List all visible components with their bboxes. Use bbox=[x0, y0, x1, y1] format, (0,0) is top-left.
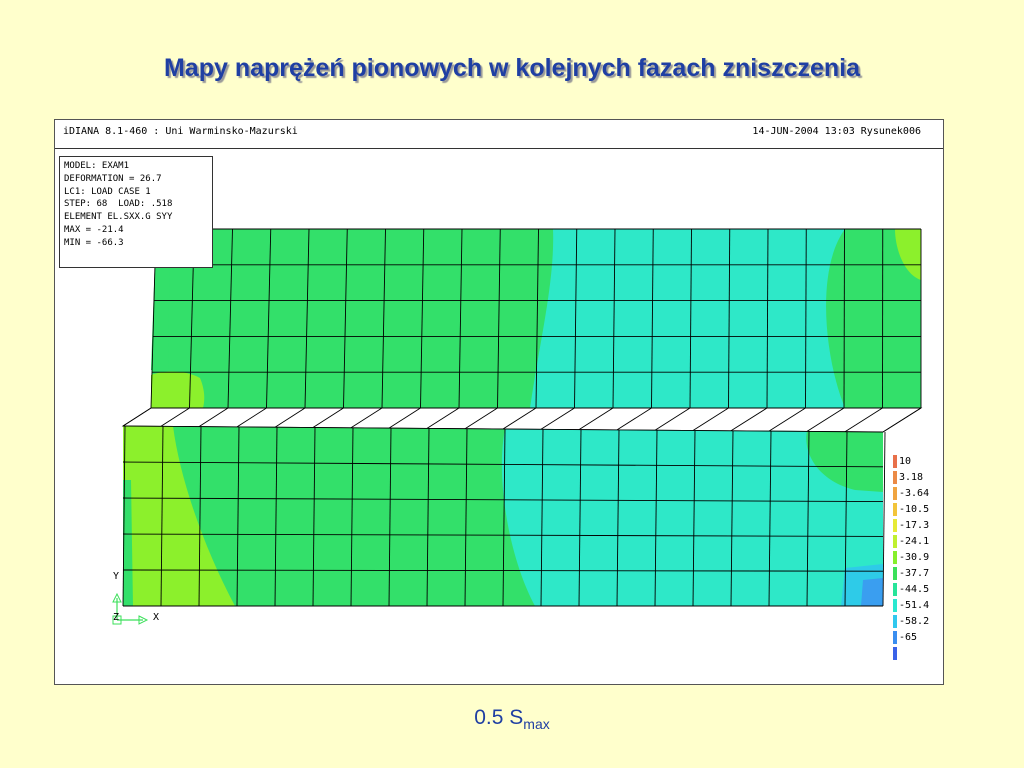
slide-title: Mapy naprężeń pionowych w kolejnych faza… bbox=[163, 54, 860, 82]
info-line: LC1: LOAD CASE 1 bbox=[64, 186, 151, 197]
legend-label: -37.7 bbox=[899, 568, 930, 579]
info-line: STEP: 68 LOAD: .518 bbox=[64, 199, 173, 210]
legend-swatch bbox=[893, 455, 897, 468]
info-line: MIN = -66.3 bbox=[64, 237, 124, 248]
caption-subscript: max bbox=[523, 716, 550, 733]
legend-label: -24.1 bbox=[899, 536, 930, 547]
legend-label: -51.4 bbox=[899, 600, 930, 611]
legend-swatch bbox=[893, 631, 897, 644]
legend-swatch bbox=[893, 487, 897, 500]
legend-label: 10 bbox=[899, 456, 912, 467]
legend-swatch bbox=[893, 471, 897, 484]
axis-x-label: X bbox=[153, 612, 160, 623]
legend-swatch bbox=[893, 551, 897, 564]
legend-swatch bbox=[893, 535, 897, 548]
axis-z-label: Z bbox=[113, 612, 120, 623]
mesh-line bbox=[843, 228, 845, 409]
legend-swatch bbox=[893, 583, 897, 596]
legend-swatch bbox=[893, 615, 897, 628]
info-line: ELEMENT EL.SXX.G SYY bbox=[64, 212, 173, 223]
info-line: MODEL: EXAM1 bbox=[64, 161, 130, 171]
legend-label: -30.9 bbox=[899, 552, 930, 563]
legend-label: -58.2 bbox=[899, 616, 930, 627]
legend-swatch bbox=[893, 647, 897, 660]
legend-swatch bbox=[893, 519, 897, 532]
legend-label: -65 bbox=[899, 632, 918, 643]
mesh-line bbox=[882, 431, 886, 607]
legend-swatch bbox=[893, 599, 897, 612]
legend-swatch bbox=[893, 567, 897, 580]
legend-label: -17.3 bbox=[899, 520, 930, 531]
slide-caption: 0.5 Smax bbox=[0, 706, 1024, 732]
legend-swatch bbox=[893, 503, 897, 516]
info-line: MAX = -21.4 bbox=[64, 224, 124, 235]
diana-plot-window: iDIANA 8.1-460 : Uni Warminsko-Mazurski … bbox=[54, 119, 944, 685]
model-info-box: MODEL: EXAM1 DEFORMATION = 26.7 LC1: LOA… bbox=[59, 156, 213, 268]
info-line: DEFORMATION = 26.7 bbox=[64, 173, 162, 184]
caption-main: 0.5 S bbox=[474, 706, 524, 729]
legend-label: -44.5 bbox=[899, 584, 930, 595]
legend-label: 3.18 bbox=[899, 472, 924, 483]
legend-label: -10.5 bbox=[899, 504, 930, 515]
legend-label: -3.64 bbox=[899, 488, 930, 499]
axis-y-label: Y bbox=[113, 571, 120, 582]
